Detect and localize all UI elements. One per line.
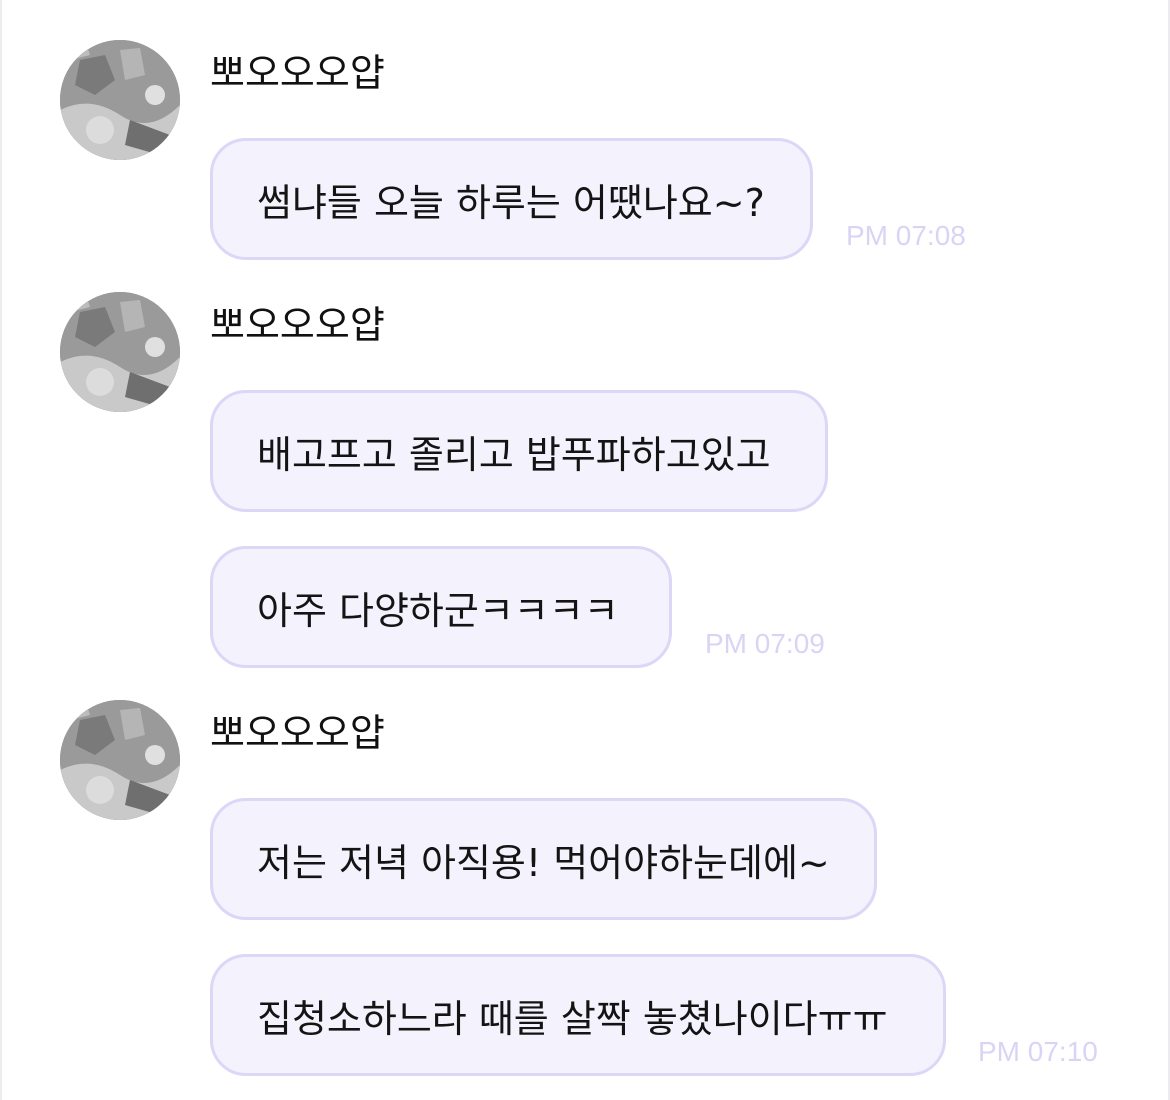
sender-name: 뽀오오오얍: [210, 51, 385, 95]
message-bubble[interactable]: 배고프고 졸리고 밥푸파하고있고: [210, 390, 828, 512]
profile-photo-icon: [60, 40, 180, 160]
sender-name: 뽀오오오얍: [210, 303, 385, 347]
avatar[interactable]: [60, 292, 180, 412]
message-bubble[interactable]: 집청소하느라 때를 살짝 놓쳤나이다ㅠㅠ: [210, 954, 946, 1076]
timestamp: PM 07:09: [705, 628, 825, 659]
message-bubble[interactable]: 썸냐들 오늘 하루는 어땠나요~?: [210, 138, 813, 260]
timestamp: PM 07:08: [846, 220, 966, 251]
timestamp: PM 07:10: [978, 1036, 1098, 1067]
message-bubble[interactable]: 아주 다양하군ㅋㅋㅋㅋ: [210, 546, 672, 668]
frame-edge-left: [0, 0, 2, 1100]
avatar[interactable]: [60, 700, 180, 820]
profile-photo-icon: [60, 700, 180, 820]
avatar[interactable]: [60, 40, 180, 160]
profile-photo-icon: [60, 292, 180, 412]
sender-name: 뽀오오오얍: [210, 711, 385, 755]
message-bubble[interactable]: 저는 저녁 아직용! 먹어야하눈데에~: [210, 798, 877, 920]
